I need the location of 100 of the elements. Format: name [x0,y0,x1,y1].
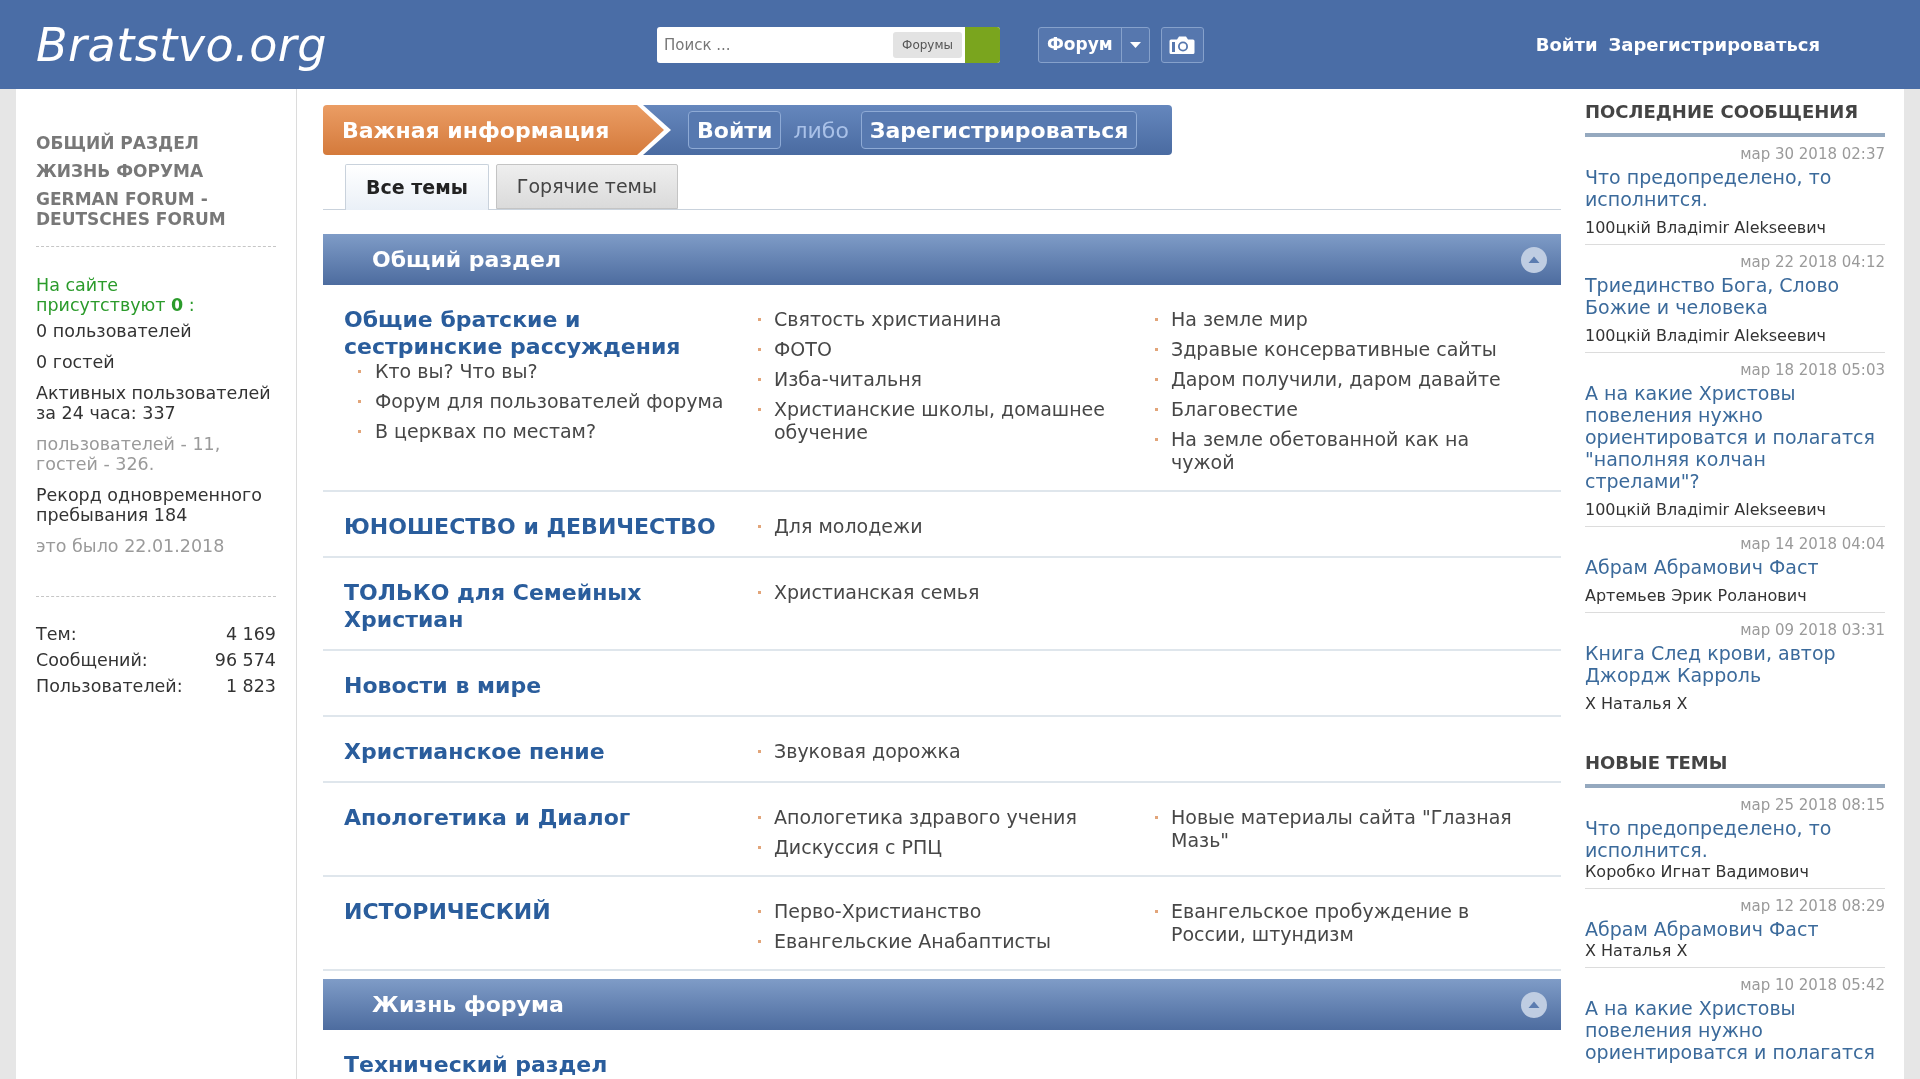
post-title-link[interactable]: А на какие Христовы повеления нужно ориентироватся и полагатся [1585,997,1885,1063]
tab[interactable]: Горячие темы [495,164,678,209]
login-button[interactable]: Войти [688,111,782,149]
subforum-link[interactable]: Евангельские Анабаптисты [774,930,1052,953]
section-title: Общий раздел [372,246,562,274]
post-date: мар 10 2018 05:42 [1740,976,1885,995]
register-button[interactable]: Зарегистрироваться [860,111,1138,149]
forum-title-link[interactable]: Апологетика и Диалог [344,804,631,831]
post-title-link[interactable]: Абрам Абрамович Фаст [1585,556,1819,578]
bullet-icon [1155,438,1158,441]
category-link[interactable]: ЖИЗНЬ ФОРУМА [36,161,204,181]
camera-button[interactable] [1160,26,1204,63]
post-title-link[interactable]: А на какие Христовы повеления нужно ориентироватся и полагатся "наполняя колчан стрелами"? [1585,382,1885,492]
subforum-link[interactable]: Новые материалы сайта "Глазная Мазь" [1171,806,1531,852]
subforum-link[interactable]: Форум для пользователей форума [375,390,724,413]
post-title-link[interactable]: Книга След крови, автор Джордж Карроль [1585,642,1885,686]
subforum-link[interactable]: Перво-Христианство [774,900,982,923]
bullet-icon [758,846,761,849]
forum-title-link[interactable]: Христианское пение [344,738,605,765]
bullet-icon [1155,816,1158,819]
search-field[interactable]: Поиск ... Форумы [657,26,1000,63]
tab[interactable]: Все темы [345,164,489,210]
online-stat-text: пользователей - 11, гостей - 326. [36,434,222,474]
post-title-link[interactable]: Абрам Абрамович Фаст [1585,918,1819,940]
post-title-link[interactable]: Что предопределено, то исполнится. [1585,817,1885,861]
bullet-icon [1155,378,1158,381]
post-date: мар 30 2018 02:37 [1740,145,1885,164]
section-title: Жизнь форума [372,991,564,1019]
forum-title-link[interactable]: Новости в мире [344,672,542,699]
subforum-link[interactable]: Здравые консервативные сайты [1171,338,1497,361]
subforum-link[interactable]: Святость христианина [774,308,1002,331]
bullet-icon [758,910,761,913]
post-author: 100цкій Владimir Alekseeвич [1585,326,1827,346]
online-heading: На сайте присутствуют 0 : [36,275,196,315]
sidebar-heading: НОВЫЕ ТЕМЫ [1585,752,1728,774]
online-stat-text: Рекорд одновременного пребывания 184 [36,485,263,525]
post-title-link[interactable]: Триединство Бога, Слово Божие и человека [1585,274,1885,318]
post-date: мар 14 2018 04:04 [1740,535,1885,554]
post-date: мар 18 2018 05:03 [1740,361,1885,380]
post-author: Х Наталья Х [1585,694,1688,714]
search-button[interactable] [965,26,1000,63]
subforum-link[interactable]: Благовестие [1171,398,1298,421]
sidebar-heading: ПОСЛЕДНИЕ СООБЩЕНИЯ [1585,101,1859,123]
subforum-link[interactable]: На земле обетованной как на чужой [1171,428,1531,474]
forum-title-link[interactable]: ИСТОРИЧЕСКИЙ [344,898,551,925]
post-date: мар 09 2018 03:31 [1740,621,1885,640]
bullet-icon [358,430,361,433]
subforum-link[interactable]: Христианская семья [774,581,980,604]
stat-label: Сообщений: [36,649,148,672]
post-author: Артемьев Эрик Роланович [1585,586,1807,606]
post-author: 100цкій Владimir Alekseeвич [1585,500,1827,520]
subforum-link[interactable]: На земле мир [1171,308,1308,331]
subforum-link[interactable]: Христианские школы, домашнее обучение [774,398,1155,444]
subforum-link[interactable]: Даром получили, даром давайте [1171,368,1501,391]
bullet-icon [758,318,761,321]
search-scope-button[interactable]: Форумы [893,31,962,58]
post-date: мар 12 2018 08:29 [1740,897,1885,916]
post-author: 100цкій Владimir Alekseeвич [1585,218,1827,238]
stat-value: 4 169 [225,623,276,646]
category-link[interactable]: GERMAN FORUM - DEUTSCHES FORUM [36,189,276,229]
bullet-icon [358,370,361,373]
subforum-link[interactable]: Апологетика здравого учения [774,806,1077,829]
forum-title-link[interactable]: Технический раздел [344,1051,608,1078]
subforum-link[interactable]: Евангельское пробуждение в России, штундизм [1171,900,1531,946]
caret-down-icon [1129,41,1141,48]
subforum-link[interactable]: Для молодежи [774,515,923,538]
stat-value: 1 823 [225,675,276,698]
site-logo[interactable]: Bratstvo.org [36,17,327,72]
subforum-link[interactable]: Дискуссия с РПЦ [774,836,943,859]
online-stat-text: это было 22.01.2018 [36,536,225,556]
online-stat-text: 0 пользователей [36,321,192,341]
subforum-link[interactable]: В церквах по местам? [375,420,597,443]
forum-title-link[interactable]: Общие братские и сестринские рассуждения [344,306,734,360]
bullet-icon [1155,910,1158,913]
post-author: Коробко Игнат Вадимович [1585,862,1809,882]
bullet-icon [1155,348,1158,351]
collapse-button[interactable] [1521,246,1547,273]
bullet-icon [1155,318,1158,321]
register-link[interactable]: Зарегистрироваться [1608,33,1820,56]
forum-menu-button[interactable]: Форум [1038,26,1150,63]
bullet-icon [758,408,761,411]
subforum-link[interactable]: Звуковая дорожка [774,740,961,763]
camera-icon [1169,34,1196,55]
subforum-link[interactable]: Изба-читальня [774,368,922,391]
post-title-link[interactable]: Что предопределено, то исполнится. [1585,166,1885,210]
subforum-link[interactable]: Кто вы? Что вы? [375,360,538,383]
subforum-link[interactable]: ФОТО [774,338,832,361]
bullet-icon [758,525,761,528]
category-link[interactable]: ОБЩИЙ РАЗДЕЛ [36,133,199,153]
forum-title-link[interactable]: ТОЛЬКО для Семейных Христиан [344,579,734,633]
online-stat-text: Активных пользователей за 24 часа: 337 [36,383,272,423]
forum-title-link[interactable]: ЮНОШЕСТВО и ДЕВИЧЕСТВО [344,513,716,540]
post-date: мар 25 2018 08:15 [1740,796,1885,815]
online-stat-text: 0 гостей [36,352,115,372]
bullet-icon [758,816,761,819]
bullet-icon [758,378,761,381]
collapse-button[interactable] [1521,991,1547,1018]
login-link[interactable]: Войти [1535,33,1598,56]
separator-text: либо [793,116,849,145]
stat-label: Тем: [36,623,77,646]
